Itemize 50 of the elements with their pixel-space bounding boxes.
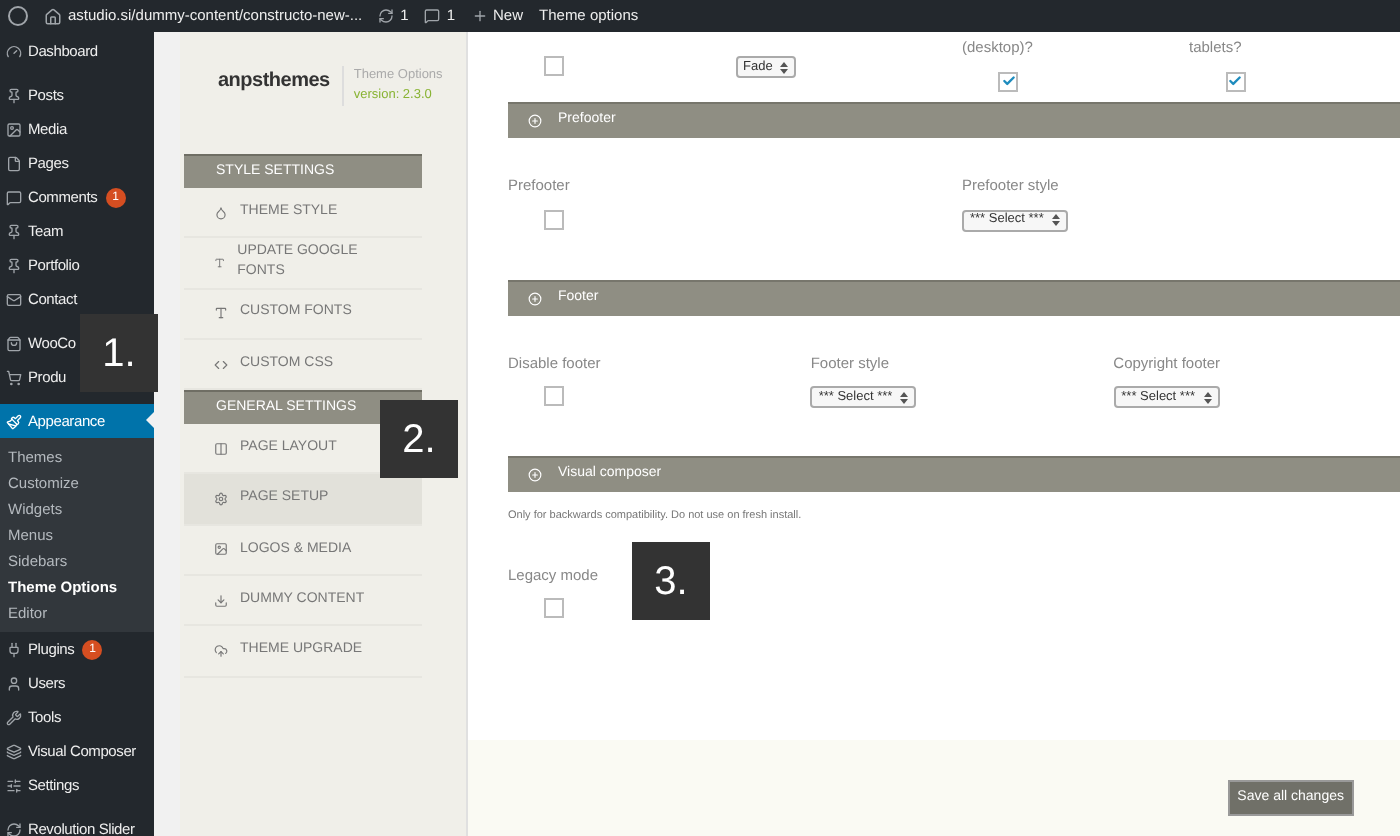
checkbox[interactable] [1225, 71, 1245, 91]
toggle-icon [528, 468, 542, 482]
columns-icon [214, 441, 228, 456]
wrench-icon [6, 709, 22, 725]
sliders-icon [6, 777, 22, 793]
toggle-icon [528, 291, 542, 305]
check-icon [1001, 74, 1015, 88]
download-icon [214, 593, 228, 608]
layers-icon [6, 743, 22, 759]
plug-icon [6, 641, 22, 657]
pin-icon [6, 87, 22, 103]
cloud-upload-icon [214, 644, 228, 659]
font-icon [214, 255, 226, 270]
bag-icon [6, 335, 22, 351]
pointer-notch-icon [146, 412, 154, 428]
brush-icon [6, 413, 22, 429]
image-icon [6, 121, 22, 137]
brand-logo: anpsthemes [218, 68, 330, 96]
refresh-icon [378, 8, 395, 24]
home-icon [44, 7, 62, 25]
spinner-arrows-icon [900, 391, 909, 403]
gauge-icon [6, 43, 22, 59]
toggle-icon [528, 114, 542, 128]
checkbox[interactable] [544, 386, 564, 406]
page-icon [6, 155, 22, 171]
cart-icon [6, 369, 22, 385]
plus-icon [471, 8, 487, 24]
speech-bubble-icon [424, 8, 441, 24]
refresh-icon [6, 821, 22, 836]
checkbox[interactable] [544, 598, 564, 618]
step-number-marker: 3. [632, 542, 710, 620]
settings-icon [214, 492, 228, 507]
spinner-arrows-icon [780, 61, 789, 73]
spinner-arrows-icon [1203, 391, 1212, 403]
image-icon [214, 542, 228, 557]
checkbox[interactable] [998, 71, 1018, 91]
step-number-marker: 2. [380, 400, 458, 478]
check-icon [1228, 74, 1242, 88]
checkbox[interactable] [544, 209, 564, 229]
speech-bubble-icon [6, 189, 22, 205]
code-icon [214, 357, 228, 372]
drop-icon [214, 205, 228, 220]
step-number-marker: 1. [80, 314, 158, 392]
pin-icon [6, 223, 22, 239]
checkbox[interactable] [544, 56, 564, 76]
envelope-icon [6, 291, 22, 307]
pin-icon [6, 257, 22, 273]
font-icon [214, 306, 228, 321]
user-icon [6, 675, 22, 691]
spinner-arrows-icon [1051, 214, 1060, 226]
